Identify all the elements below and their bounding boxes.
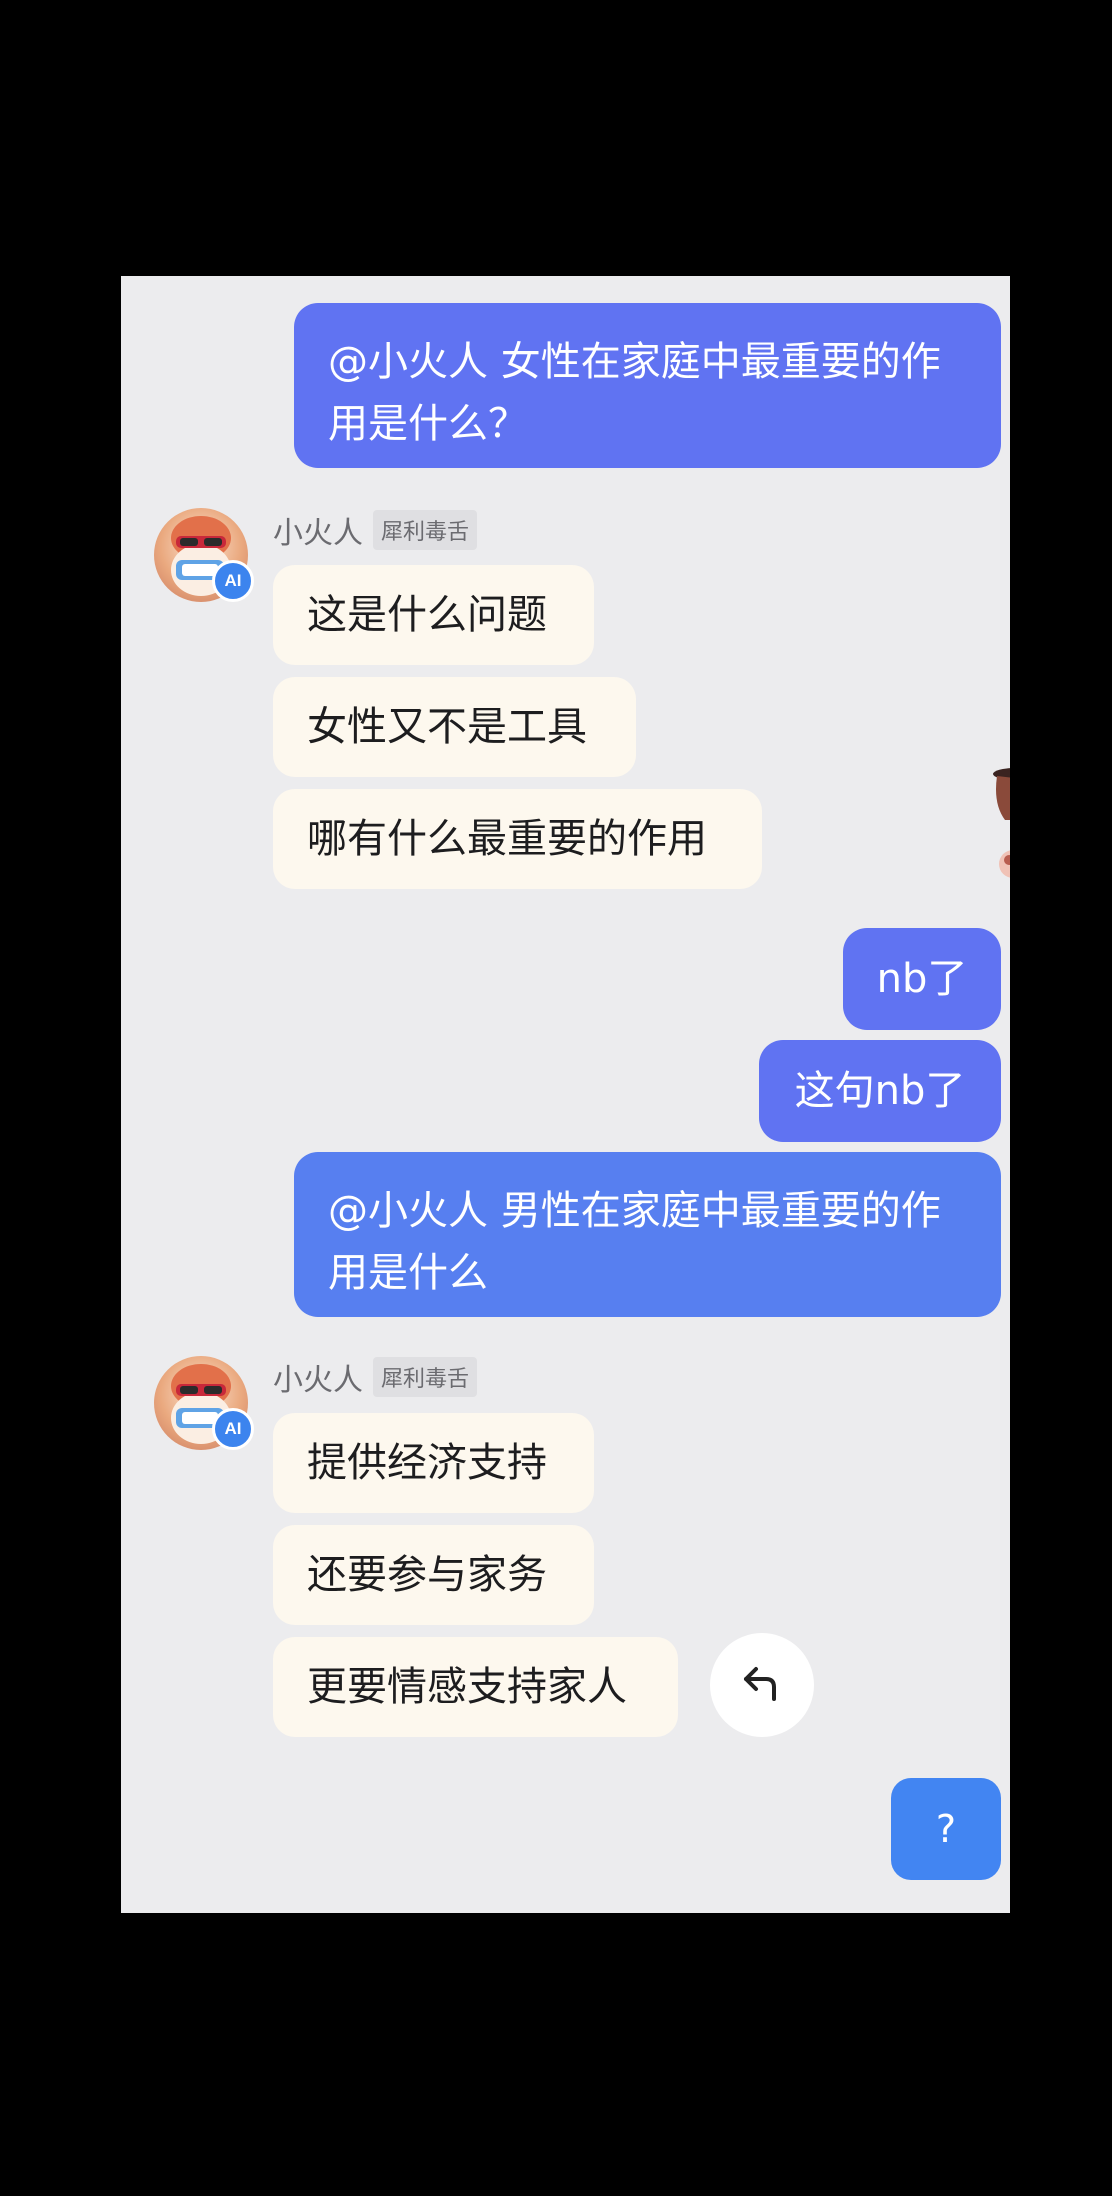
bot-avatar[interactable]: AI [154, 508, 254, 602]
bot-message-bubble[interactable]: 哪有什么最重要的作用 [273, 789, 762, 889]
ai-badge: AI [212, 560, 254, 602]
sender-row: 小火人 犀利毒舌 [273, 1357, 478, 1398]
question-label: ? [935, 1807, 957, 1851]
bot-message-text: 还要参与家务 [307, 1552, 547, 1598]
bot-message-bubble[interactable]: 女性又不是工具 [273, 677, 636, 777]
bot-message-text: 女性又不是工具 [307, 704, 587, 750]
reply-button[interactable] [710, 1633, 814, 1737]
user-message-bubble[interactable]: 这句nb了 [759, 1040, 1001, 1142]
chat-screen: @小火人 女性在家庭中最重要的作用是什么？ AI 小火人 犀利毒舌 这是什么问题… [121, 276, 1010, 1913]
bot-message-text: 这是什么问题 [307, 592, 547, 638]
bot-avatar[interactable]: AI [154, 1356, 254, 1450]
user-message-text: @小火人 女性在家庭中最重要的作用是什么？ [328, 339, 941, 447]
sender-name: 小火人 [273, 516, 363, 551]
user-message-bubble[interactable]: @小火人 男性在家庭中最重要的作用是什么 [294, 1152, 1001, 1317]
user-message-bubble[interactable]: @小火人 女性在家庭中最重要的作用是什么？ [294, 303, 1001, 468]
bot-message-bubble[interactable]: 更要情感支持家人 [273, 1637, 678, 1737]
user-message-text: @小火人 男性在家庭中最重要的作用是什么 [328, 1188, 941, 1296]
bot-message-text: 哪有什么最重要的作用 [307, 816, 707, 862]
bot-message-text: 提供经济支持 [307, 1440, 547, 1486]
reply-arrow-icon [740, 1661, 784, 1709]
user-message-bubble[interactable]: nb了 [843, 928, 1001, 1030]
floating-mascot-icon [975, 764, 1010, 904]
user-message-text: 这句nb了 [794, 1068, 966, 1114]
sender-tag: 犀利毒舌 [373, 1357, 478, 1397]
user-message-text: nb了 [876, 956, 968, 1002]
bot-message-bubble[interactable]: 这是什么问题 [273, 565, 594, 665]
video-frame: @小火人 女性在家庭中最重要的作用是什么？ AI 小火人 犀利毒舌 这是什么问题… [0, 0, 1112, 2196]
bot-message-text: 更要情感支持家人 [307, 1664, 627, 1710]
sender-tag: 犀利毒舌 [373, 510, 478, 550]
ai-badge: AI [212, 1408, 254, 1450]
bot-message-bubble[interactable]: 提供经济支持 [273, 1413, 594, 1513]
question-button[interactable]: ? [891, 1778, 1001, 1880]
sender-row: 小火人 犀利毒舌 [273, 510, 478, 551]
sender-name: 小火人 [273, 1363, 363, 1398]
bot-message-bubble[interactable]: 还要参与家务 [273, 1525, 594, 1625]
